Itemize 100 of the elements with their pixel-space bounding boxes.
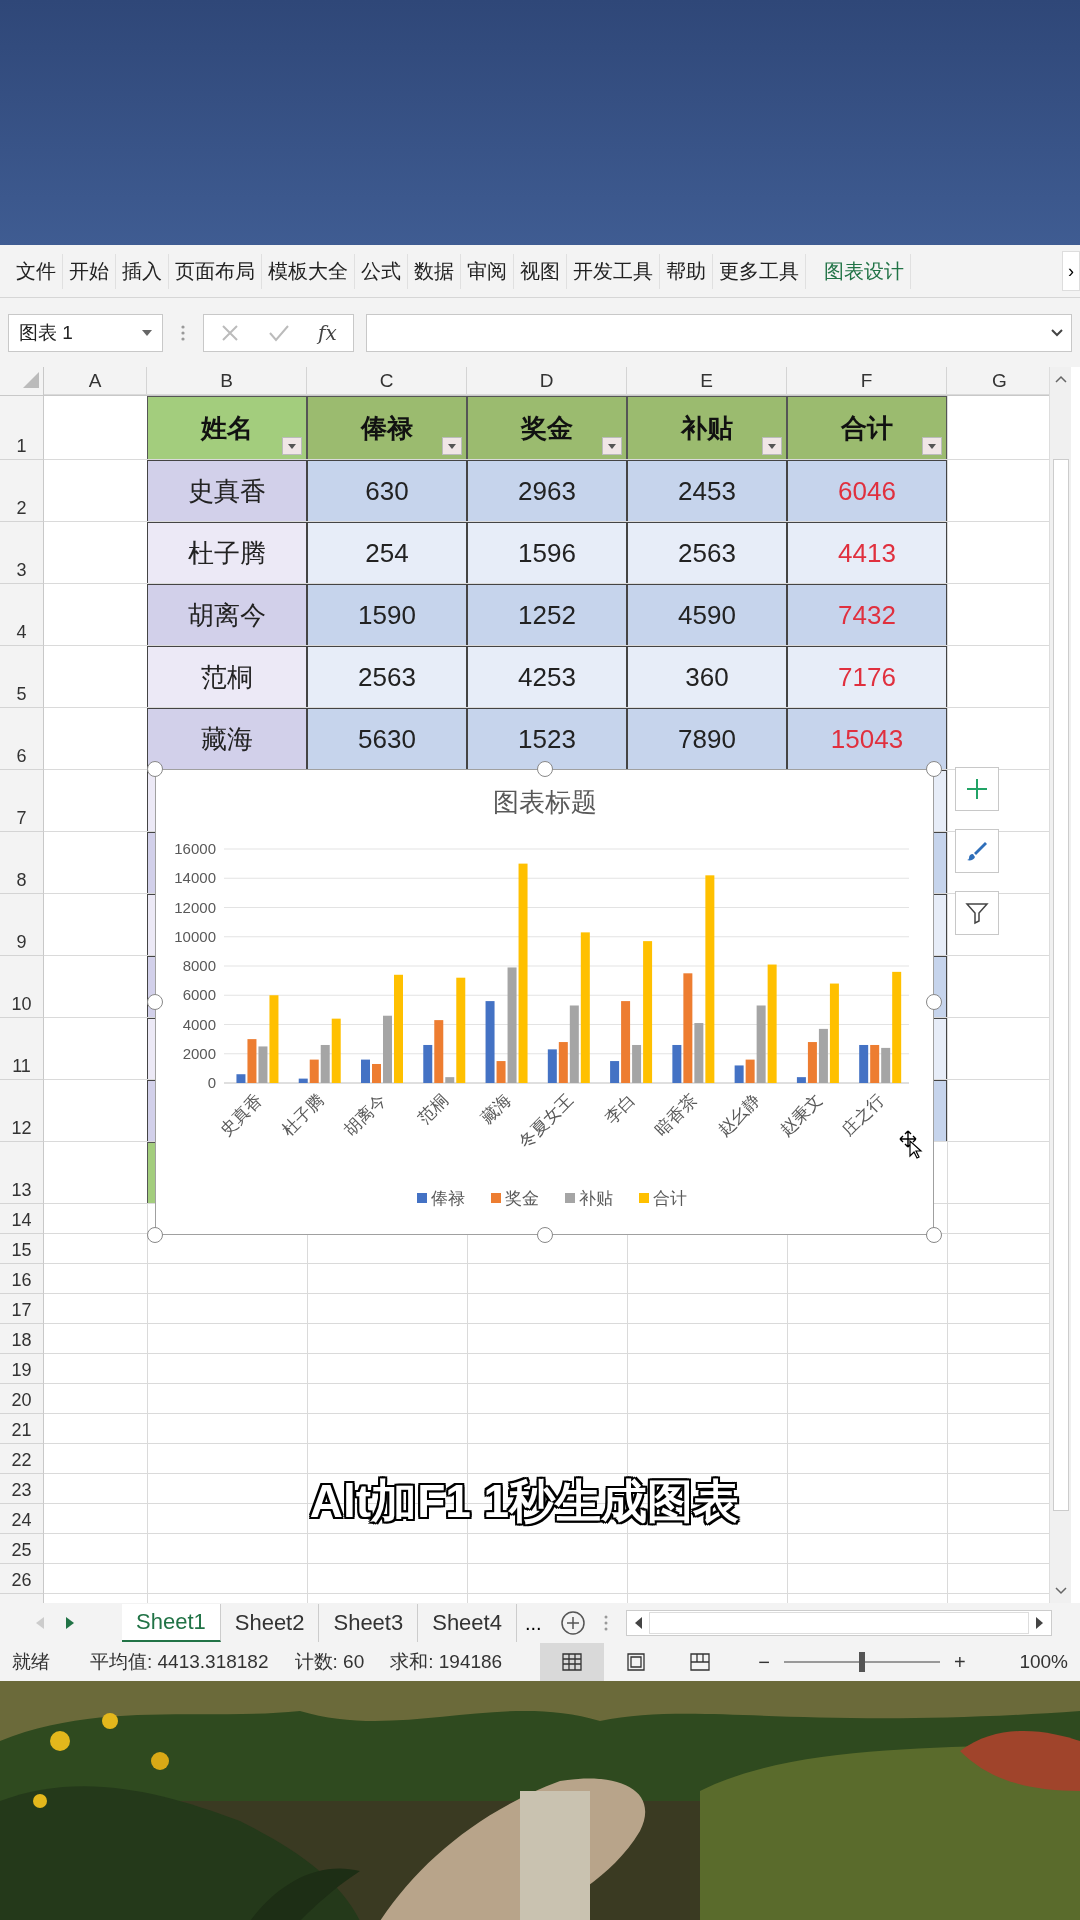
filter-button[interactable]	[602, 437, 622, 455]
scroll-down-icon[interactable]	[1054, 1587, 1067, 1595]
video-caption: Alt加F1 1秒生成图表	[309, 1474, 740, 1529]
scroll-up-icon[interactable]	[1054, 375, 1067, 383]
filter-icon	[965, 901, 989, 925]
sheet-tab[interactable]: Sheet2	[220, 1604, 320, 1642]
row-header[interactable]: 19	[0, 1354, 44, 1384]
insert-function-button[interactable]: fx	[318, 320, 337, 345]
table-cell: 藏海	[147, 708, 307, 770]
category-label: 赵幺静	[714, 1090, 764, 1140]
ribbon-tab[interactable]: 数据	[408, 253, 461, 289]
page-break-icon	[690, 1653, 711, 1671]
sheet-tab[interactable]: Sheet1	[122, 1604, 221, 1642]
row-header[interactable]: 21	[0, 1414, 44, 1444]
filter-button[interactable]	[955, 891, 999, 935]
name-box[interactable]: 图表 1	[8, 313, 163, 352]
ribbon-tab[interactable]: 帮助	[660, 253, 713, 289]
category-label: 暗香茶	[651, 1090, 702, 1140]
column-header[interactable]: E	[627, 367, 787, 395]
row-header[interactable]: 20	[0, 1384, 44, 1414]
table-cell: 1523	[467, 708, 627, 770]
add-element-button[interactable]	[955, 767, 999, 811]
row-header[interactable]: 15	[0, 1234, 44, 1264]
filter-button[interactable]	[762, 437, 782, 455]
row-header[interactable]: 26	[0, 1564, 44, 1594]
table-cell: 254	[307, 522, 467, 584]
table-cell: 2963	[467, 460, 627, 522]
category-label: 史真香	[215, 1090, 266, 1140]
row-header[interactable]: 10	[0, 956, 44, 1018]
formula-input[interactable]	[365, 313, 1072, 352]
scroll-thumb[interactable]	[648, 1612, 1029, 1634]
row-header[interactable]: 14	[0, 1204, 44, 1234]
more-tabs-button[interactable]: ›	[1062, 251, 1080, 291]
next-sheet-icon[interactable]	[64, 1617, 74, 1629]
normal-view-button[interactable]	[540, 1643, 605, 1681]
row-header[interactable]: 6	[0, 708, 44, 770]
expand-icon[interactable]	[1051, 328, 1063, 337]
row-header[interactable]: 9	[0, 894, 44, 956]
chart-bar	[870, 1044, 880, 1083]
column-header[interactable]: A	[44, 367, 147, 395]
caret-icon	[768, 443, 776, 449]
ribbon-tab[interactable]: 页面布局	[169, 253, 262, 289]
resize-handle[interactable]	[926, 1227, 942, 1243]
table-cell: 4590	[627, 584, 787, 646]
row-header[interactable]: 4	[0, 584, 44, 646]
category-label: 庄之行	[838, 1090, 889, 1140]
name-box-text: 图表 1	[19, 320, 73, 345]
row-header[interactable]: 12	[0, 1080, 44, 1142]
ribbon-tab[interactable]: 文件	[10, 253, 63, 289]
row-header[interactable]: 1	[0, 396, 44, 460]
scroll-right-icon[interactable]	[1035, 1617, 1043, 1629]
column-header[interactable]: F	[787, 367, 947, 395]
row-header[interactable]: 25	[0, 1534, 44, 1564]
row-header[interactable]: 18	[0, 1324, 44, 1354]
ribbon-tab[interactable]: 审阅	[461, 253, 514, 289]
filter-button[interactable]	[442, 437, 462, 455]
column-header[interactable]: D	[467, 367, 627, 395]
ribbon-tab[interactable]: 视图	[514, 253, 567, 289]
row-header[interactable]: 11	[0, 1018, 44, 1080]
row-header[interactable]: 22	[0, 1444, 44, 1474]
more-sheets-button[interactable]: ...	[524, 1611, 542, 1635]
ribbon-tab[interactable]: 更多工具	[713, 253, 806, 289]
chart-area[interactable]: 图表标题 0 2000 4000 6000 8000 10000 12000 14000 16000 史真香 杜子腾 胡离今 范桐 藏海 冬夏女王 李白 暗香茶 赵幺静 赵秉文 庄之行 俸禄 奖金 补贴 合计	[155, 769, 934, 1235]
sum-text: 求和: 194186	[390, 1650, 503, 1674]
row-header[interactable]: 8	[0, 832, 44, 894]
ribbon-tab[interactable]: 公式	[355, 253, 408, 289]
row-header[interactable]: 23	[0, 1474, 44, 1504]
row-header[interactable]: 5	[0, 646, 44, 708]
row-header[interactable]: 13	[0, 1142, 44, 1204]
category-label: 李白	[601, 1090, 640, 1128]
row-header[interactable]: 17	[0, 1294, 44, 1324]
sheet-tab[interactable]: Sheet3	[319, 1604, 419, 1642]
ribbon-tab[interactable]: 图表设计	[818, 253, 911, 289]
horizontal-scrollbar[interactable]	[625, 1610, 1052, 1636]
filter-button[interactable]	[922, 437, 942, 455]
scroll-left-icon[interactable]	[634, 1617, 643, 1629]
row-header[interactable]: 24	[0, 1504, 44, 1534]
average-text: 平均值: 4413.318182	[90, 1650, 269, 1674]
sheet-tab[interactable]: Sheet4	[418, 1604, 517, 1642]
ribbon-tab[interactable]: 开发工具	[567, 253, 660, 289]
add-sheet-icon[interactable]	[559, 1610, 586, 1636]
ribbon-tab[interactable]: 开始	[63, 253, 116, 289]
style-button[interactable]	[955, 829, 999, 873]
row-header[interactable]: 16	[0, 1264, 44, 1294]
chart-bar	[383, 1015, 392, 1083]
column-header[interactable]: C	[307, 367, 467, 395]
row-header[interactable]: 7	[0, 770, 44, 832]
row-header[interactable]: 2	[0, 460, 44, 522]
table-cell: 7432	[787, 584, 947, 646]
row-header[interactable]: 3	[0, 522, 44, 584]
scroll-thumb[interactable]	[1052, 459, 1069, 1511]
zoom-out-button[interactable]: −	[758, 1650, 770, 1674]
check-icon[interactable]	[268, 323, 290, 342]
zoom-in-button[interactable]: +	[953, 1650, 966, 1674]
zoom-level-text: 100%	[1019, 1651, 1068, 1673]
ribbon-tab[interactable]: 插入	[116, 253, 169, 289]
filter-button[interactable]	[282, 437, 302, 455]
caret-icon	[288, 443, 296, 449]
column-header[interactable]: B	[147, 367, 307, 395]
ribbon-tab[interactable]: 模板大全	[262, 253, 355, 289]
